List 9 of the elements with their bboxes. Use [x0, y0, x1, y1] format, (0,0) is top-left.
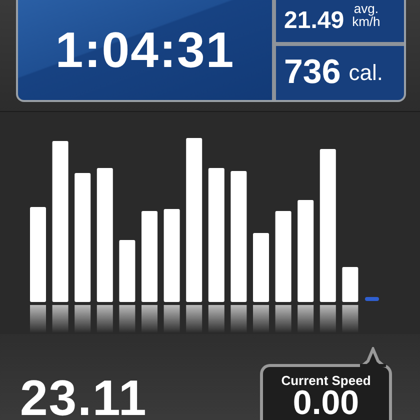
calories-value: 736 — [284, 53, 341, 92]
avg-label: avg. — [354, 2, 378, 15]
calories-unit: cal. — [348, 62, 383, 84]
distance-value: 23.11 — [20, 376, 148, 420]
avg-speed-value: 21.49 — [284, 6, 344, 35]
current-speed-label: Current Speed — [281, 373, 371, 388]
duration-value: 1:04:31 — [55, 21, 235, 79]
speed-unit: km/h — [352, 14, 380, 28]
current-speed-value: 0.00 — [292, 388, 360, 418]
